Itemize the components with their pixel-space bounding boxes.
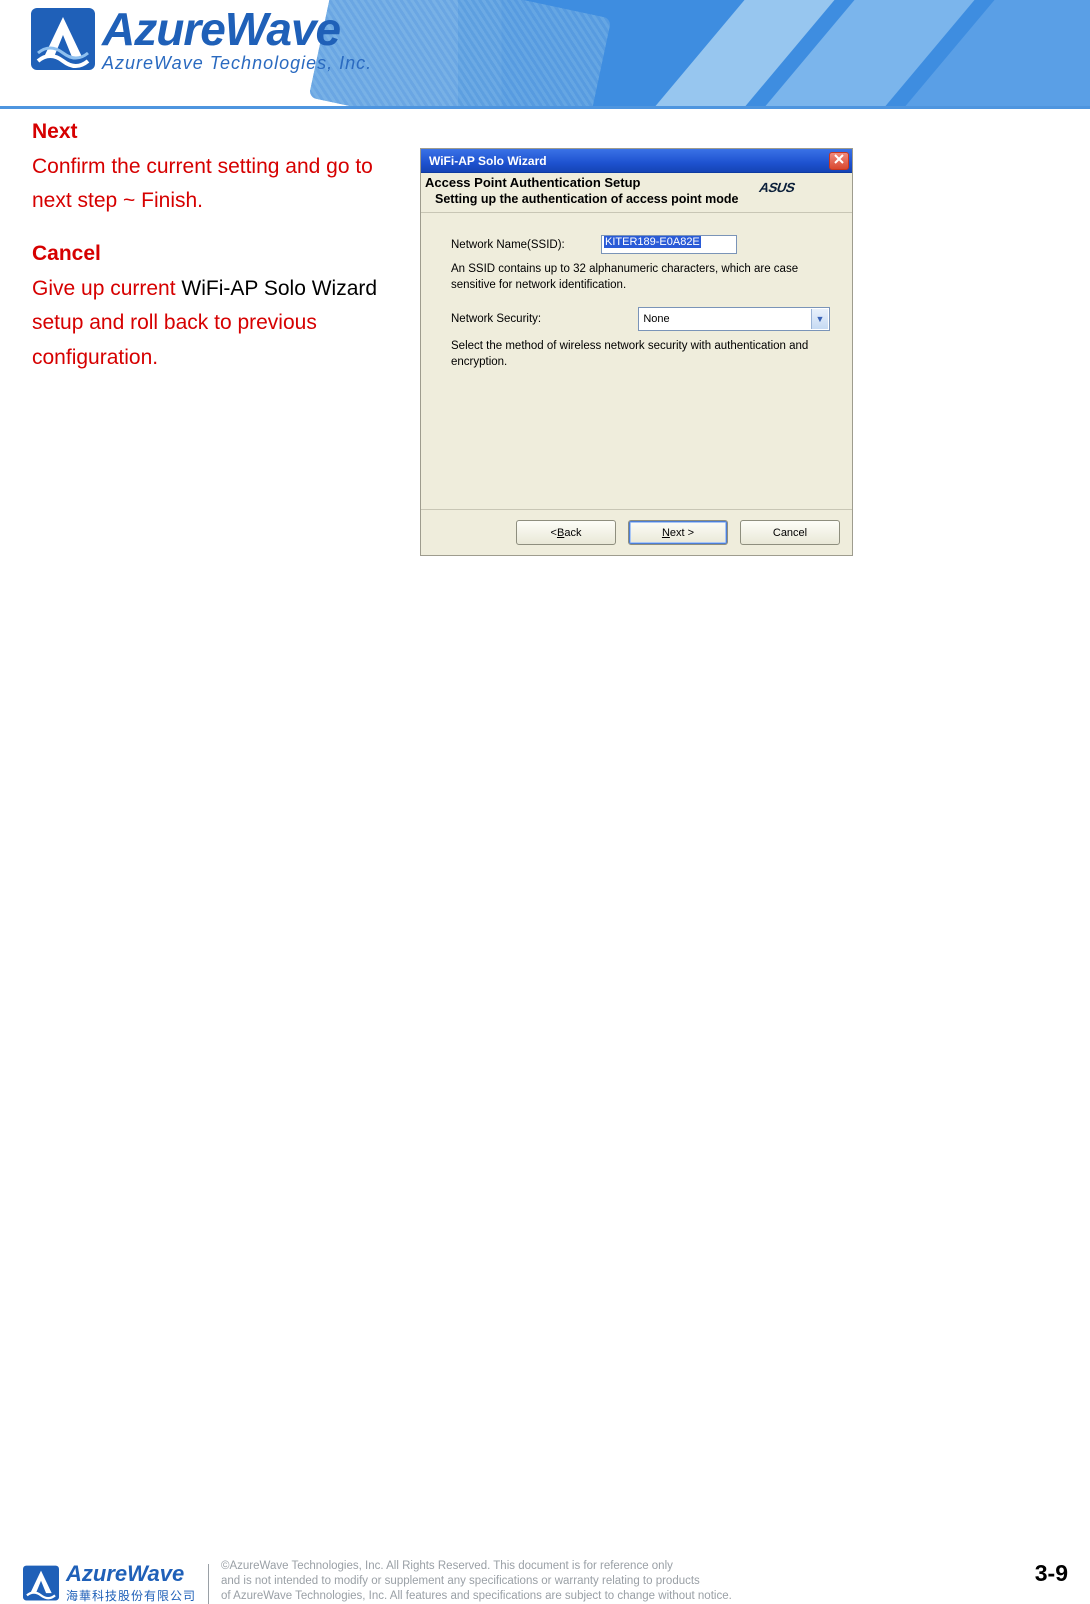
doc-text-column: Next Confirm the current setting and go … (32, 115, 404, 375)
close-button[interactable] (829, 152, 849, 170)
svg-text:ASUS: ASUS (757, 180, 797, 195)
header-brand: AzureWave (102, 6, 372, 52)
security-value: None (643, 313, 669, 325)
dialog-body: Network Name(SSID): KITER189-E0A82E An S… (421, 213, 852, 509)
cancel-button[interactable]: Cancel (740, 520, 840, 545)
chevron-down-icon: ▼ (811, 309, 828, 329)
ssid-label: Network Name(SSID): (451, 239, 601, 251)
security-label: Network Security: (451, 313, 638, 325)
azurewave-logo-icon (22, 1565, 60, 1601)
header-brand-sub: AzureWave Technologies, Inc. (102, 54, 372, 72)
ssid-hint: An SSID contains up to 32 alphanumeric c… (451, 262, 830, 293)
page-number: 3-9 (1035, 1560, 1068, 1593)
footer-brand: AzureWave (66, 1561, 196, 1587)
footer-separator (208, 1564, 209, 1604)
dialog-subheader: Access Point Authentication Setup Settin… (421, 173, 852, 213)
doc-cancel-black: WiFi-AP Solo Wizard (181, 277, 377, 300)
ssid-input[interactable]: KITER189-E0A82E (601, 235, 737, 254)
page-footer: AzureWave 海華科技股份有限公司 ©AzureWave Technolo… (0, 1548, 1090, 1604)
dialog-button-row: < Back Next > Cancel (421, 509, 852, 555)
back-button[interactable]: < Back (516, 520, 616, 545)
doc-cancel-title: Cancel (32, 242, 101, 265)
next-button[interactable]: Next > (628, 520, 728, 545)
footer-logo: AzureWave 海華科技股份有限公司 (22, 1561, 196, 1604)
security-hint: Select the method of wireless network se… (451, 339, 830, 370)
doc-next-body: Confirm the current setting and go to ne… (32, 155, 373, 213)
dialog-title: WiFi-AP Solo Wizard (429, 154, 547, 168)
doc-cancel-red2: setup and roll back to previous configur… (32, 311, 317, 369)
footer-brand-cn: 海華科技股份有限公司 (66, 1587, 196, 1604)
asus-logo-icon: ASUS (752, 177, 844, 204)
top-banner: AzureWave AzureWave Technologies, Inc. (0, 0, 1090, 109)
ssid-value: KITER189-E0A82E (604, 236, 701, 248)
doc-cancel-red1: Give up current (32, 277, 181, 300)
azurewave-logo-icon (30, 7, 96, 71)
footer-legal: ©AzureWave Technologies, Inc. All Rights… (221, 1559, 1035, 1604)
dialog-titlebar: WiFi-AP Solo Wizard (421, 149, 852, 173)
security-select[interactable]: None ▼ (638, 307, 830, 331)
dialog-window: WiFi-AP Solo Wizard Access Point Authent… (420, 148, 853, 556)
close-icon (834, 154, 844, 167)
doc-next-title: Next (32, 120, 78, 143)
banner-rule (0, 106, 1090, 109)
header-logo: AzureWave AzureWave Technologies, Inc. (30, 6, 372, 72)
